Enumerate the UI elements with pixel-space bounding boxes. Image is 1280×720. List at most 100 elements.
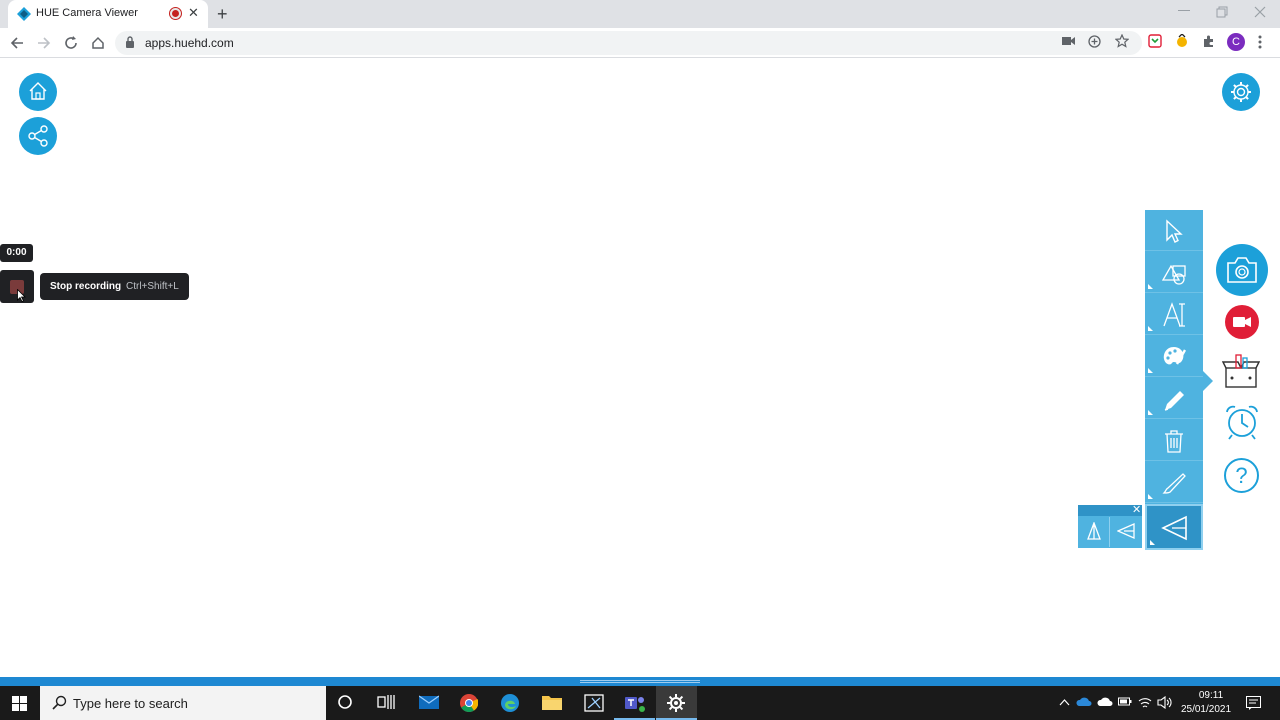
menu-dots-icon[interactable] (1258, 35, 1262, 49)
chrome-icon (460, 694, 478, 712)
clock-date[interactable]: 25/01/2021 (1176, 704, 1236, 715)
onedrive-icon[interactable] (1076, 696, 1092, 707)
back-icon[interactable] (10, 36, 24, 50)
lock-icon (126, 36, 134, 48)
tool-text[interactable] (1145, 294, 1203, 335)
extension-icon[interactable] (1175, 34, 1189, 48)
panel-divider (1109, 517, 1110, 547)
brush-icon (1162, 473, 1186, 494)
record-video-button[interactable] (1225, 305, 1259, 339)
toolbox-icon[interactable] (1222, 352, 1260, 390)
palette-icon (1163, 347, 1187, 365)
browser-toolbar: apps.huehd.com C (0, 28, 1280, 58)
pointer-icon (1166, 219, 1183, 243)
gear-icon (1231, 82, 1251, 102)
home-icon (29, 82, 47, 100)
tool-shapes[interactable] (1145, 252, 1203, 293)
hue-logo-icon (17, 7, 31, 21)
task-view-button[interactable] (366, 686, 407, 720)
set-square-icon (1161, 515, 1187, 541)
share-bar-grip[interactable] (580, 680, 700, 683)
mouse-cursor-icon (17, 289, 26, 302)
annotation-tool-panel (1145, 210, 1203, 550)
clock-time[interactable]: 09:11 (1191, 690, 1231, 701)
action-center-icon[interactable] (1246, 696, 1261, 710)
window-close-icon[interactable] (1254, 6, 1266, 18)
tool-brush[interactable] (1145, 462, 1203, 503)
folder-icon (542, 696, 562, 710)
recording-indicator-icon (170, 8, 181, 19)
taskbar-search[interactable]: Type here to search (40, 686, 326, 720)
snip-app[interactable] (573, 686, 614, 720)
ruler-options-panel: ✕ (1078, 503, 1142, 548)
bookmark-star-icon[interactable] (1115, 34, 1129, 48)
settings-gear-icon (667, 694, 685, 712)
address-bar[interactable]: apps.huehd.com (115, 31, 1142, 55)
triangle-ruler-icon[interactable] (1087, 522, 1101, 540)
tool-pointer[interactable] (1145, 210, 1203, 251)
task-view-icon (377, 695, 395, 709)
tool-pen[interactable] (1145, 378, 1203, 419)
tab-title: HUE Camera Viewer (36, 7, 138, 19)
tab-strip: HUE Camera Viewer ✕ + (0, 0, 1280, 28)
home-browser-icon[interactable] (91, 36, 105, 50)
forward-icon[interactable] (37, 36, 51, 50)
recording-timer: 0:00 (0, 244, 33, 262)
extensions-puzzle-icon[interactable] (1202, 34, 1216, 48)
settings-button[interactable] (1222, 73, 1260, 111)
search-icon (52, 695, 67, 710)
profile-avatar[interactable]: C (1227, 33, 1245, 51)
restore-icon[interactable] (1216, 6, 1228, 18)
battery-icon[interactable] (1118, 696, 1132, 707)
search-placeholder: Type here to search (73, 696, 188, 711)
start-button[interactable] (0, 686, 40, 720)
tray-chevron-up-icon[interactable] (1059, 699, 1070, 706)
file-explorer-app[interactable] (531, 686, 572, 720)
panel-close-icon[interactable]: ✕ (1132, 503, 1141, 516)
cortana-icon (338, 695, 352, 709)
add-extension-icon[interactable] (1088, 35, 1101, 48)
browser-tab[interactable]: HUE Camera Viewer ✕ (8, 0, 208, 28)
onedrive-personal-icon[interactable] (1097, 696, 1113, 707)
help-button[interactable]: ? (1224, 458, 1259, 493)
alarm-clock-icon[interactable] (1224, 404, 1260, 440)
edge-app[interactable] (490, 686, 531, 720)
teams-icon (625, 697, 645, 712)
tab-close-icon[interactable]: ✕ (188, 5, 199, 21)
snip-sketch-icon (584, 694, 604, 712)
mail-icon (419, 695, 439, 709)
share-button[interactable] (19, 117, 57, 155)
set-square-small-icon[interactable] (1117, 523, 1135, 539)
stop-recording-tooltip: Stop recording Ctrl+Shift+L (40, 273, 189, 300)
home-button[interactable] (19, 73, 57, 111)
volume-icon[interactable] (1157, 696, 1173, 709)
panel-pointer (1203, 371, 1213, 391)
chrome-app[interactable] (449, 686, 490, 720)
new-tab-button[interactable]: + (217, 4, 228, 25)
tool-ruler[interactable] (1145, 504, 1203, 550)
tool-delete[interactable] (1145, 420, 1203, 461)
edge-icon (501, 694, 519, 712)
video-camera-icon (1233, 317, 1251, 327)
wifi-icon[interactable] (1138, 696, 1152, 709)
cortana-button[interactable] (326, 686, 367, 720)
url-text: apps.huehd.com (145, 36, 234, 50)
windows-logo-icon (12, 696, 27, 711)
pocket-extension-icon[interactable] (1148, 34, 1162, 48)
tooltip-shortcut: Ctrl+Shift+L (126, 281, 179, 292)
settings-app[interactable] (656, 686, 697, 720)
share-icon (28, 125, 48, 147)
text-icon (1163, 302, 1185, 327)
shapes-icon (1161, 264, 1186, 285)
camera-permission-icon[interactable] (1062, 36, 1075, 46)
minimize-icon[interactable] (1178, 10, 1190, 12)
pen-icon (1164, 391, 1184, 411)
trash-icon (1165, 430, 1183, 453)
reload-icon[interactable] (64, 36, 78, 50)
camera-icon (1227, 257, 1257, 283)
teams-app[interactable] (614, 686, 655, 720)
tooltip-label: Stop recording (50, 281, 122, 292)
mail-app[interactable] (408, 686, 449, 720)
snapshot-button[interactable] (1216, 244, 1268, 296)
tool-color[interactable] (1145, 336, 1203, 377)
